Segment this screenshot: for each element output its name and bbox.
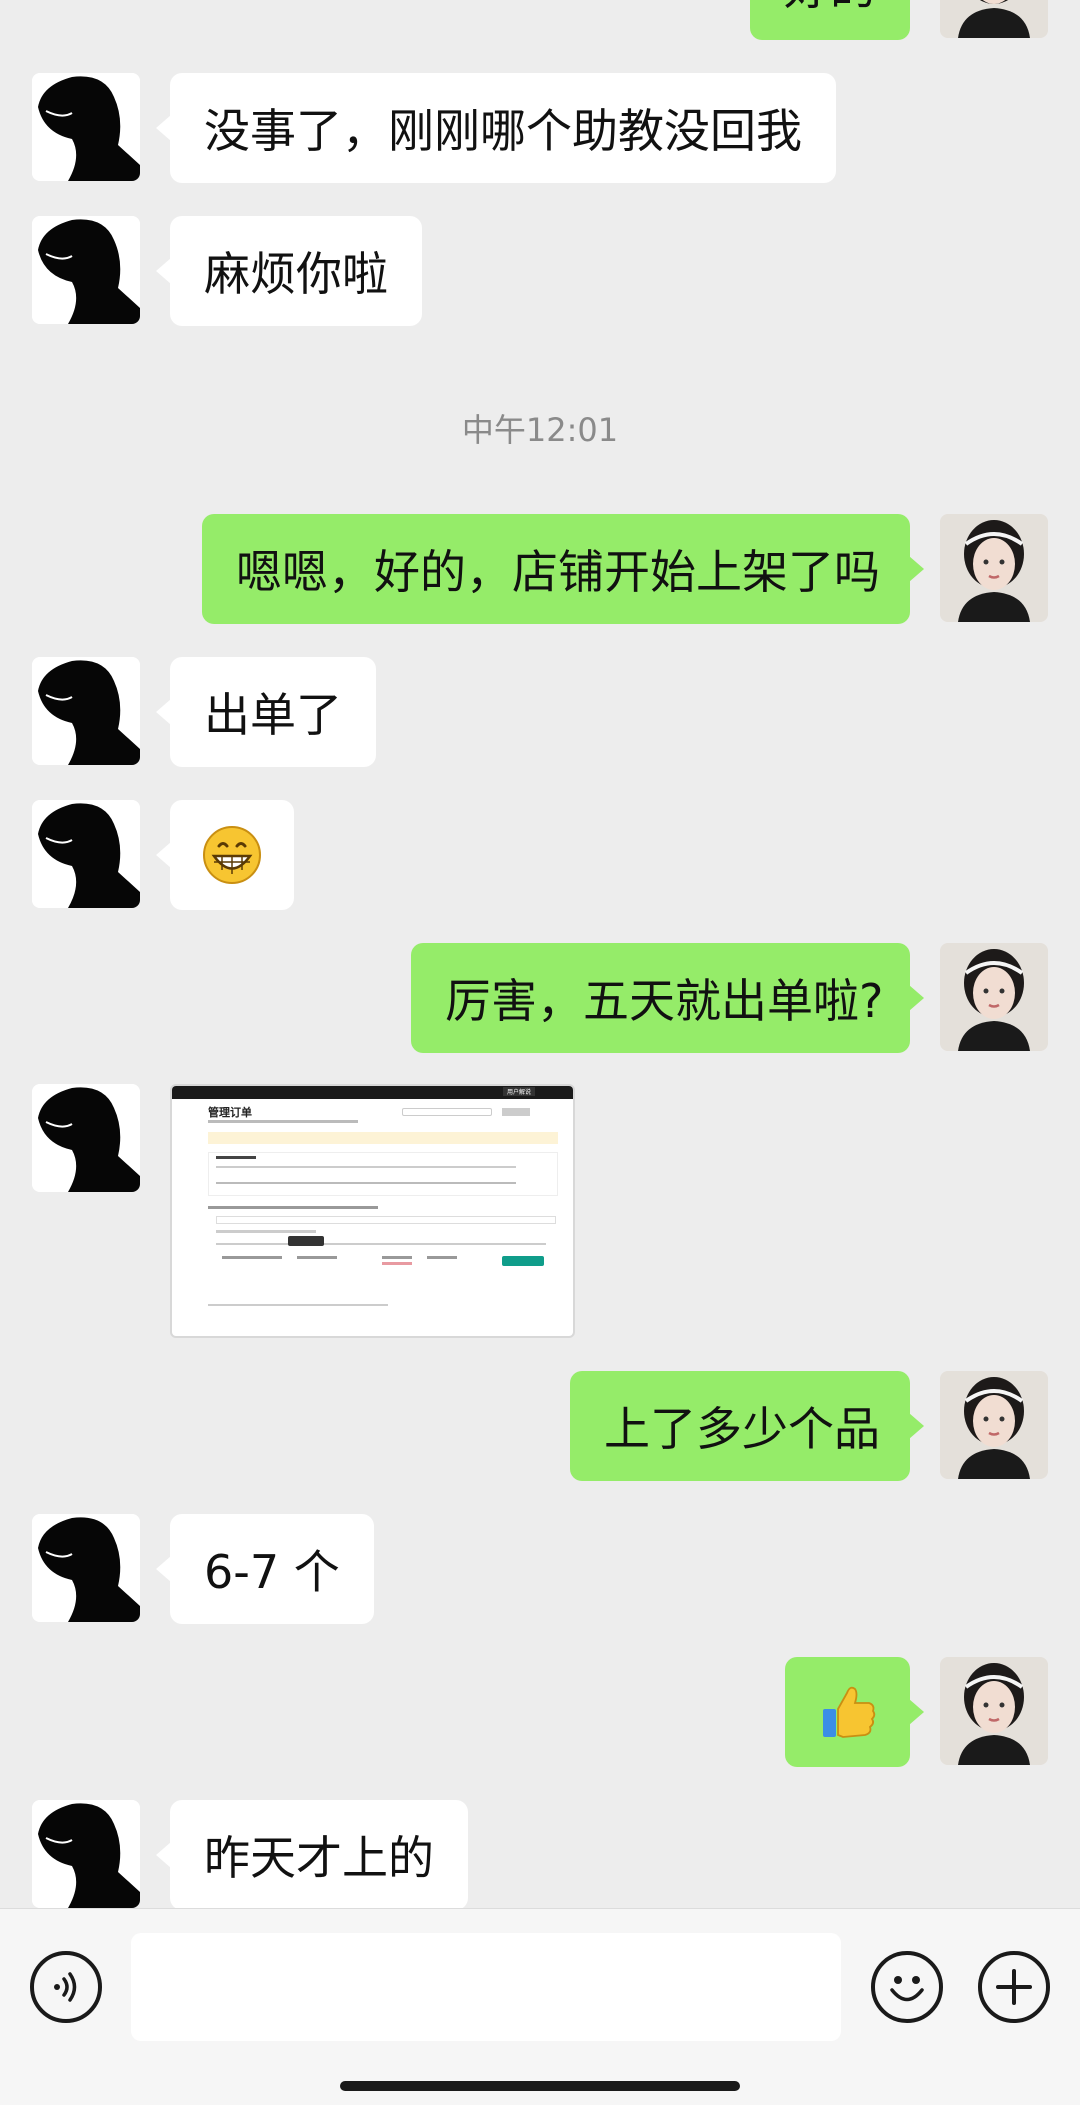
- contact-avatar[interactable]: [32, 1514, 140, 1622]
- my-avatar[interactable]: [940, 1657, 1048, 1765]
- message-text: 嗯嗯，好的，店铺开始上架了吗: [236, 545, 880, 599]
- message-bubble-outgoing[interactable]: 上了多少个品: [570, 1371, 924, 1481]
- message-text: 6-7 个: [204, 1545, 340, 1599]
- screenshot-topbar: 用户解说: [172, 1086, 573, 1099]
- message-text: 麻烦你啦: [204, 247, 388, 301]
- emoji-icon: [890, 1976, 924, 2002]
- message-bubble-outgoing[interactable]: 厉害，五天就出单啦?: [411, 943, 924, 1053]
- message-text: 好的: [784, 0, 876, 18]
- my-avatar[interactable]: [940, 0, 1048, 38]
- input-bar: [0, 1908, 1080, 2105]
- message-bubble-outgoing[interactable]: 嗯嗯，好的，店铺开始上架了吗: [202, 514, 924, 624]
- contact-avatar[interactable]: [32, 1800, 140, 1908]
- chat-area[interactable]: 好的 没事了，刚刚哪个助教没回我 麻烦你啦 中午12:01 嗯嗯，好的，店铺开始…: [0, 0, 1080, 1908]
- thumbs-up-icon: [822, 1686, 875, 1738]
- message-text: 昨天才上的: [204, 1831, 434, 1885]
- screenshot-title: 管理订单: [208, 1106, 252, 1119]
- contact-avatar[interactable]: [32, 1084, 140, 1192]
- message-input[interactable]: [131, 1933, 841, 2041]
- voice-icon: [54, 1972, 77, 2002]
- message-text: 没事了，刚刚哪个助教没回我: [204, 104, 802, 158]
- message-timestamp: 中午12:01: [461, 411, 619, 449]
- message-bubble-incoming[interactable]: 没事了，刚刚哪个助教没回我: [156, 73, 836, 183]
- message-bubble-incoming[interactable]: 麻烦你啦: [156, 216, 422, 326]
- message-bubble-incoming[interactable]: 昨天才上的: [156, 1800, 468, 1908]
- message-bubble-incoming[interactable]: 出单了: [156, 657, 376, 767]
- message-text: 厉害，五天就出单啦?: [445, 974, 884, 1028]
- grinning-face-icon: [203, 826, 261, 884]
- contact-avatar[interactable]: [32, 800, 140, 908]
- message-text: 出单了: [204, 688, 342, 742]
- my-avatar[interactable]: [940, 943, 1048, 1051]
- home-indicator: [340, 2081, 740, 2091]
- message-bubble-outgoing[interactable]: [785, 1657, 924, 1767]
- my-avatar[interactable]: [940, 1371, 1048, 1479]
- contact-avatar[interactable]: [32, 73, 140, 181]
- emoji-button[interactable]: [871, 1951, 943, 2023]
- voice-input-button[interactable]: [30, 1951, 102, 2023]
- contact-avatar[interactable]: [32, 657, 140, 765]
- plus-icon: [996, 1969, 1032, 2005]
- contact-avatar[interactable]: [32, 216, 140, 324]
- message-bubble-outgoing[interactable]: 好的: [750, 0, 910, 40]
- my-avatar[interactable]: [940, 514, 1048, 622]
- image-message-order-screenshot[interactable]: 用户解说 管理订单: [170, 1084, 575, 1338]
- message-bubble-incoming[interactable]: 6-7 个: [156, 1514, 374, 1624]
- more-button[interactable]: [978, 1951, 1050, 2023]
- message-text: 上了多少个品: [604, 1402, 880, 1456]
- message-bubble-incoming[interactable]: [156, 800, 294, 910]
- screenshot-badge: 用户解说: [502, 1087, 535, 1096]
